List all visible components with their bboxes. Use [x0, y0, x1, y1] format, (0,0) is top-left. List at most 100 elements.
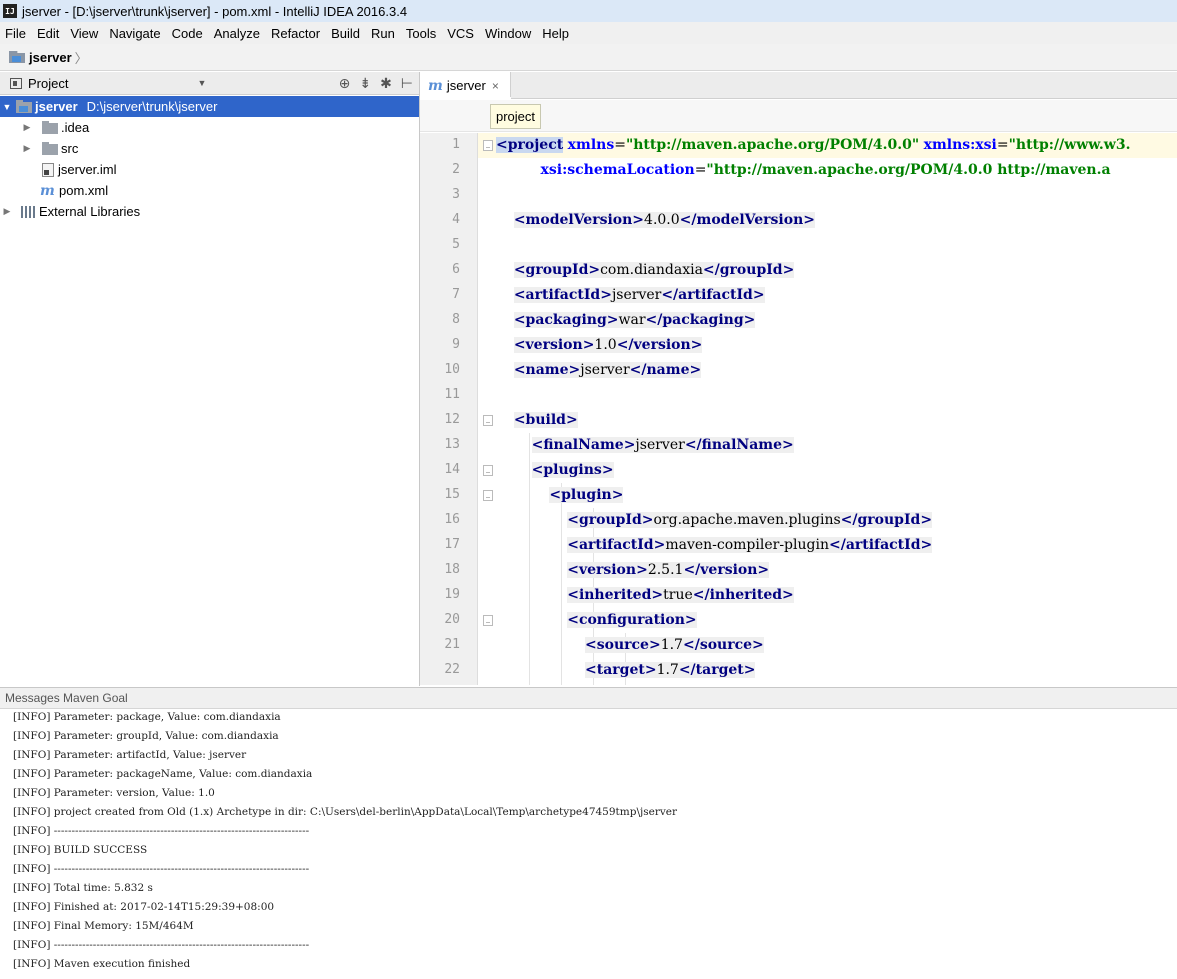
line-number: 5 — [452, 237, 460, 252]
code-line-19: <inherited>true</inherited> — [567, 587, 794, 603]
xml-tag: artifactId — [578, 537, 654, 553]
project-view-icon — [10, 77, 22, 89]
menu-navigate[interactable]: Navigate — [104, 26, 166, 41]
code-line-10: <name>jserver</name> — [513, 362, 702, 378]
navigation-bar: jserver 〉 — [0, 44, 1177, 71]
line-number: 10 — [444, 362, 460, 377]
editor-tab-pom[interactable]: m jserver × — [420, 72, 511, 100]
tree-item-label: .idea — [61, 120, 90, 135]
menu-edit[interactable]: Edit — [32, 26, 65, 41]
collapsed-arrow-icon[interactable]: ▶ — [22, 122, 32, 133]
menu-help[interactable]: Help — [537, 26, 575, 41]
xml-tag: configuration — [578, 612, 685, 628]
console-line: [INFO] Total time: 5.832 s — [13, 882, 153, 894]
xml-tag: plugins — [543, 462, 602, 478]
library-icon — [21, 205, 35, 218]
menu-refactor[interactable]: Refactor — [266, 26, 326, 41]
gear-icon[interactable]: ✱ — [380, 75, 392, 92]
line-number: 9 — [452, 337, 460, 352]
xml-tag: source — [596, 637, 649, 653]
menu-vcs[interactable]: VCS — [442, 26, 480, 41]
dropdown-arrow-icon[interactable]: ▼ — [197, 78, 206, 88]
fold-marker-icon[interactable] — [483, 615, 493, 626]
xml-text: jserver — [580, 362, 630, 378]
tree-item-pom-xml[interactable]: m pom.xml — [0, 180, 419, 201]
tab-label: jserver — [446, 78, 486, 93]
chevron-right-icon: 〉 — [74, 50, 88, 66]
xml-tag: source — [699, 637, 753, 653]
tree-item-label: src — [61, 141, 79, 156]
project-toolbar: ⊕ ⇟ ✱ ⊢ — [339, 75, 413, 92]
collapse-all-icon[interactable]: ⇟ — [359, 75, 371, 92]
line-number: 18 — [444, 562, 460, 577]
xml-tag: inherited — [709, 587, 783, 603]
close-icon[interactable]: × — [492, 79, 499, 93]
expanded-arrow-icon[interactable]: ▼ — [2, 102, 12, 112]
tree-item-jserver[interactable]: ▼ jserver D:\jserver\trunk\jserver — [0, 96, 419, 117]
tree-item-external-libraries[interactable]: ▶ External Libraries — [0, 201, 419, 222]
menu-window[interactable]: Window — [480, 26, 537, 41]
console-line: [INFO] Finished at: 2017-02-14T15:29:39+… — [13, 901, 275, 913]
editor-tab-bar: m jserver × — [420, 72, 1177, 100]
locate-icon[interactable]: ⊕ — [339, 75, 351, 92]
code-line-13: <finalName>jserver</finalName> — [531, 437, 794, 453]
menu-view[interactable]: View — [65, 26, 104, 41]
xml-value: "http://maven.apache.org/POM/4.0.0" — [625, 137, 920, 153]
line-number: 4 — [452, 212, 460, 227]
menu-code[interactable]: Code — [167, 26, 209, 41]
menu-file[interactable]: File — [0, 26, 32, 41]
console-line: [INFO] Parameter: version, Value: 1.0 — [13, 787, 215, 799]
xml-tag: version — [633, 337, 691, 353]
tree-item-idea[interactable]: ▶ .idea — [0, 117, 419, 138]
code-line-22: <target>1.7</target> — [585, 662, 756, 678]
xml-tag: finalName — [543, 437, 624, 453]
code-line-15: <plugin> — [549, 487, 624, 503]
code-line-12: <build> — [513, 412, 578, 428]
collapsed-arrow-icon[interactable]: ▶ — [22, 143, 32, 154]
line-number: 13 — [444, 437, 460, 452]
code-line-7: <artifactId>jserver</artifactId> — [513, 287, 765, 303]
tree-item-src[interactable]: ▶ src — [0, 138, 419, 159]
xml-tag: name — [646, 362, 690, 378]
xml-tag: inherited — [578, 587, 652, 603]
hide-panel-icon[interactable]: ⊢ — [401, 75, 413, 92]
project-view-label[interactable]: Project — [28, 76, 68, 91]
console-line: [INFO] Maven execution finished — [13, 958, 191, 970]
menu-run[interactable]: Run — [366, 26, 401, 41]
breadcrumb-project[interactable]: project — [490, 104, 542, 129]
console-line: [INFO] Parameter: artifactId, Value: jse… — [13, 749, 247, 761]
collapsed-arrow-icon[interactable]: ▶ — [2, 206, 12, 217]
project-panel-header: Project ▼ ⊕ ⇟ ✱ ⊢ — [0, 72, 419, 95]
xml-tag: target — [695, 662, 744, 678]
fold-marker-icon[interactable] — [483, 465, 493, 476]
xml-tag: build — [525, 412, 566, 428]
fold-marker-icon[interactable] — [483, 415, 493, 426]
messages-console[interactable]: [INFO] Parameter: package, Value: com.di… — [0, 709, 1177, 979]
xml-tag: target — [596, 662, 645, 678]
xml-tag: groupId — [525, 262, 589, 278]
menu-analyze[interactable]: Analyze — [209, 26, 266, 41]
xml-attr: xsi:schemaLocation — [540, 162, 695, 178]
xml-text: war — [618, 312, 646, 328]
console-line: [INFO] project created from Old (1.x) Ar… — [13, 806, 678, 818]
code-line-17: <artifactId>maven-compiler-plugin</artif… — [567, 537, 933, 553]
window-title: jserver - [D:\jserver\trunk\jserver] - p… — [22, 3, 408, 19]
console-line: [INFO] BUILD SUCCESS — [13, 844, 148, 856]
code-editor[interactable]: 1 2 3 4 5 6 7 8 9 10 11 12 13 14 15 16 1… — [420, 133, 1177, 685]
xml-tag: packaging — [525, 312, 607, 328]
nav-crumb-jserver[interactable]: jserver — [29, 50, 72, 65]
xml-text: com.diandaxia — [600, 262, 703, 278]
console-line: [INFO] ---------------------------------… — [13, 939, 310, 951]
fold-marker-icon[interactable] — [483, 140, 493, 151]
maven-file-icon: m — [40, 182, 55, 199]
line-number: 14 — [444, 462, 460, 477]
line-number: 20 — [444, 612, 460, 627]
xml-text: maven-compiler-plugin — [665, 537, 829, 553]
menu-tools[interactable]: Tools — [401, 26, 442, 41]
fold-marker-icon[interactable] — [483, 490, 493, 501]
menu-bar: File Edit View Navigate Code Analyze Ref… — [0, 22, 1177, 44]
console-line: [INFO] Parameter: packageName, Value: co… — [13, 768, 313, 780]
menu-build[interactable]: Build — [326, 26, 366, 41]
line-number: 6 — [452, 262, 460, 277]
tree-item-jserver-iml[interactable]: jserver.iml — [0, 159, 419, 180]
